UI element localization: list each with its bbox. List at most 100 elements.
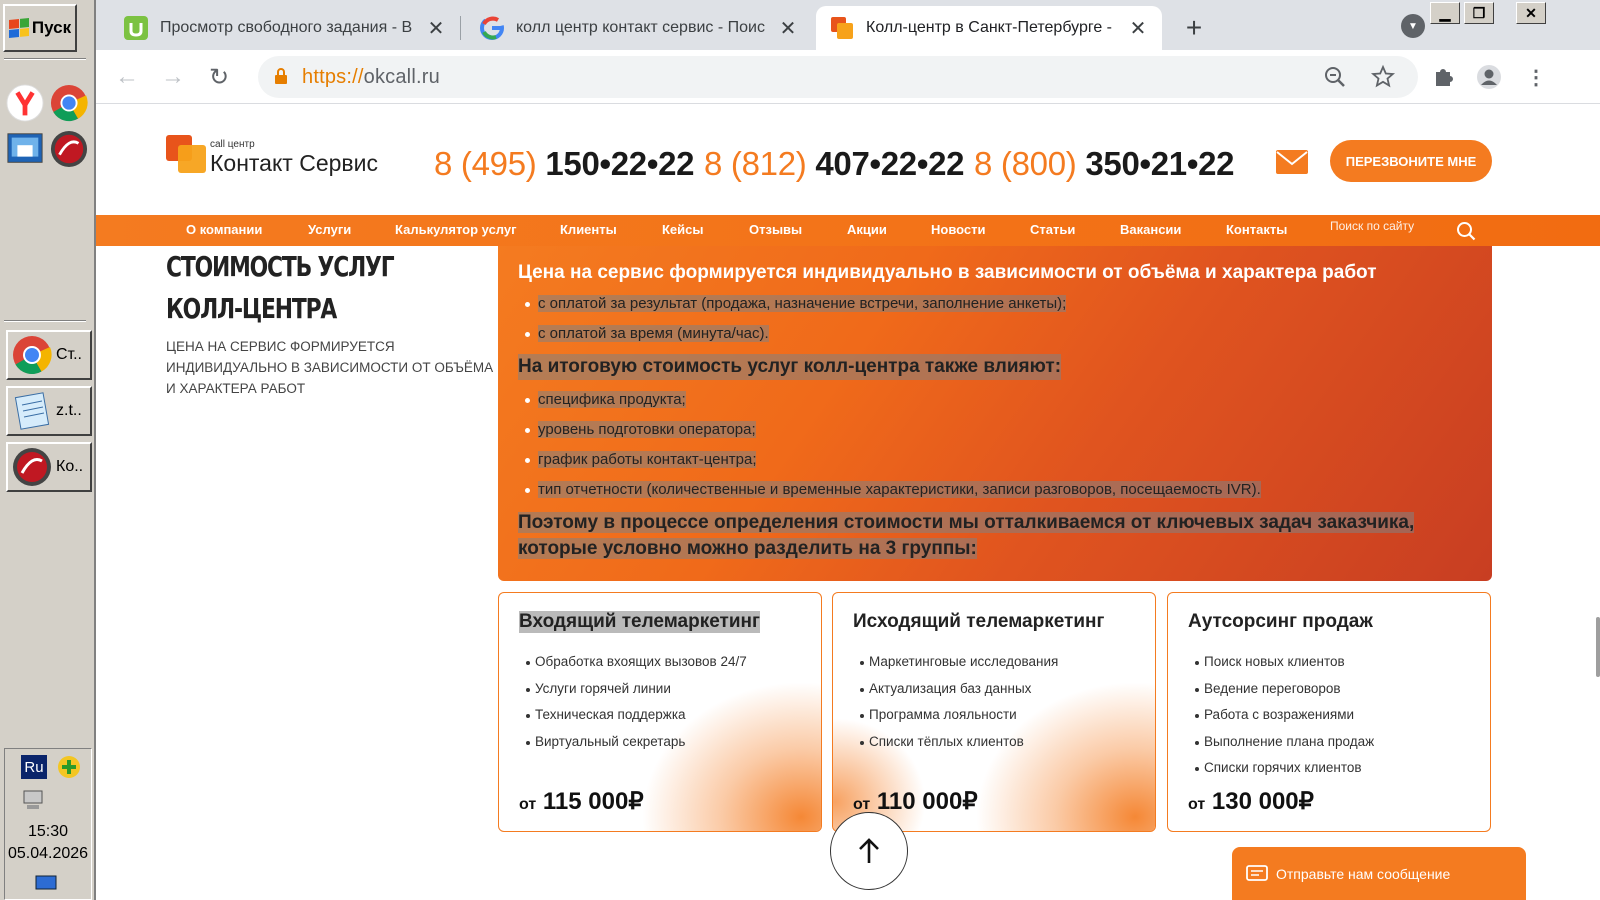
- title-line: КОЛЛ-ЦЕНТРА: [166, 292, 337, 325]
- card-list: Обработка вхоящих вызовов 24/7 Услуги го…: [519, 649, 747, 755]
- pricing-info-box: Цена на сервис формируется индивидуально…: [498, 246, 1492, 581]
- close-window-icon[interactable]: ✕: [1516, 2, 1546, 24]
- phone-spb[interactable]: 8 (812) 407•22•22: [704, 145, 965, 183]
- nav-services[interactable]: Услуги: [308, 222, 351, 237]
- list-item: с оплатой за результат (продажа, назначе…: [518, 294, 1472, 314]
- reload-icon[interactable]: ↻: [202, 60, 236, 94]
- monitor-icon[interactable]: [35, 875, 57, 893]
- list-item: уровень подготовки оператора;: [518, 420, 1472, 440]
- list-item: Обработка вхоящих вызовов 24/7: [519, 649, 747, 676]
- nav-vacancies[interactable]: Вакансии: [1120, 222, 1181, 237]
- minimize-icon[interactable]: ▁: [1430, 2, 1460, 24]
- chrome-icon[interactable]: [50, 84, 88, 122]
- site-header: call центр Контакт Сервис 8 (495) 150•22…: [96, 105, 1600, 215]
- pricing-intro: СТОИМОСТЬ УСЛУГ КОЛЛ-ЦЕНТРА ЦЕНА НА СЕРВ…: [166, 246, 506, 399]
- list-item: с оплатой за время (минута/час).: [518, 324, 1472, 344]
- taskbar: Пуск Ст.. z.t.. Ко.. Ru 15:30 05.04.2026: [0, 0, 96, 900]
- back-icon[interactable]: ←: [110, 60, 144, 94]
- close-tab-icon[interactable]: ✕: [426, 16, 446, 41]
- task-notepad[interactable]: z.t..: [6, 386, 92, 436]
- phone-free[interactable]: 8 (800) 350•21•22: [974, 145, 1235, 183]
- scrollbar-thumb[interactable]: [1596, 617, 1600, 677]
- nav-contacts[interactable]: Контакты: [1226, 222, 1287, 237]
- new-tab-button[interactable]: +: [1176, 10, 1212, 46]
- close-tab-icon[interactable]: ✕: [1128, 16, 1148, 41]
- language-indicator[interactable]: Ru: [21, 755, 47, 779]
- lock-icon[interactable]: [274, 68, 288, 84]
- phone-number: 350•21•22: [1085, 145, 1235, 182]
- url-host: okcall.ru: [363, 66, 440, 88]
- tab-okcall[interactable]: Колл-центр в Санкт-Петербурге - У ✕: [816, 6, 1162, 50]
- phone-moscow[interactable]: 8 (495) 150•22•22: [434, 145, 695, 183]
- search-icon[interactable]: [1456, 221, 1476, 241]
- bookmark-star-icon[interactable]: [1368, 62, 1398, 92]
- nav-news[interactable]: Новости: [931, 222, 986, 237]
- site-search-input[interactable]: Поиск по сайту: [1330, 219, 1414, 233]
- card-list: Поиск новых клиентов Ведение переговоров…: [1188, 649, 1374, 782]
- tab-task-view[interactable]: Просмотр свободного задания - В ✕: [110, 6, 460, 50]
- yandex-browser-icon[interactable]: [6, 84, 44, 122]
- chrome-icon: [13, 336, 52, 375]
- list-item: специфика продукта;: [518, 390, 1472, 410]
- antivirus-icon: [13, 448, 51, 486]
- profile-icon[interactable]: [1474, 62, 1504, 92]
- okcall-icon: [831, 17, 853, 39]
- start-label: Пуск: [31, 18, 72, 37]
- list-item-text: график работы контакт-центра;: [538, 451, 757, 468]
- mail-icon[interactable]: [1276, 150, 1308, 174]
- list-item: Актуализация баз данных: [853, 676, 1058, 703]
- logo-mark-icon: [166, 135, 206, 173]
- nav-reviews[interactable]: Отзывы: [749, 222, 802, 237]
- google-icon: [480, 16, 504, 40]
- task-antivirus[interactable]: Ко..: [6, 442, 92, 492]
- forward-icon[interactable]: →: [156, 60, 190, 94]
- taskbar-divider: [4, 320, 86, 322]
- url-scheme: https://: [302, 66, 364, 88]
- card-title: Исходящий телемаркетинг: [853, 611, 1105, 632]
- task-label: Ст..: [56, 346, 82, 363]
- card-price: от 130 000₽: [1188, 787, 1314, 816]
- notepad-icon: [14, 392, 50, 430]
- nav-clients[interactable]: Клиенты: [560, 222, 617, 237]
- antivirus-icon[interactable]: [50, 130, 88, 168]
- task-label: z.t..: [56, 402, 82, 419]
- tab-search-icon[interactable]: ▼: [1401, 14, 1425, 38]
- site-logo[interactable]: call центр Контакт Сервис: [166, 133, 406, 183]
- card-outbound[interactable]: Исходящий телемаркетинг Маркетинговые ис…: [832, 592, 1156, 832]
- nav-articles[interactable]: Статьи: [1030, 222, 1075, 237]
- phone-number: 407•22•22: [815, 145, 965, 182]
- close-tab-icon[interactable]: ✕: [778, 16, 798, 41]
- nav-calculator[interactable]: Калькулятор услуг: [395, 222, 517, 237]
- show-desktop-icon[interactable]: [6, 130, 44, 168]
- tab-google-search[interactable]: колл центр контакт сервис - Поиск ✕: [466, 6, 812, 50]
- clock-time[interactable]: 15:30: [5, 823, 91, 841]
- task-chrome[interactable]: Ст..: [6, 330, 92, 380]
- network-status-icon[interactable]: [57, 755, 81, 779]
- nav-cases[interactable]: Кейсы: [662, 222, 704, 237]
- list-item: Списки тёплых клиентов: [853, 729, 1058, 756]
- callback-button[interactable]: Перезвоните мне: [1330, 140, 1492, 182]
- list-item-text: тип отчетности (количественные и временн…: [538, 481, 1261, 498]
- list-item: Работа с возражениями: [1188, 702, 1374, 729]
- zoom-icon[interactable]: [1320, 62, 1350, 92]
- card-sales-outsourcing[interactable]: Аутсорсинг продаж Поиск новых клиентов В…: [1167, 592, 1491, 832]
- nav-about[interactable]: О компании: [186, 222, 262, 237]
- final-text: Поэтому в процессе определения стоимости…: [518, 510, 1438, 562]
- menu-kebab-icon[interactable]: ⋮: [1521, 62, 1551, 92]
- address-bar[interactable]: https://okcall.ru: [258, 56, 1418, 98]
- computer-icon[interactable]: [21, 789, 45, 811]
- card-inbound[interactable]: Входящий телемаркетинг Обработка вхоящих…: [498, 592, 822, 832]
- page-scrollbar[interactable]: [1594, 105, 1600, 900]
- scroll-to-top-button[interactable]: [830, 812, 908, 890]
- extensions-icon[interactable]: [1428, 62, 1458, 92]
- nav-promotions[interactable]: Акции: [847, 222, 887, 237]
- start-button[interactable]: Пуск: [3, 4, 77, 52]
- restore-icon[interactable]: ❐: [1464, 2, 1494, 24]
- system-tray: Ru 15:30 05.04.2026: [4, 748, 92, 900]
- list-item: Списки горячих клиентов: [1188, 755, 1374, 782]
- list-item-text: с оплатой за результат (продажа, назначе…: [538, 295, 1067, 312]
- list-item: Услуги горячей линии: [519, 676, 747, 703]
- clock-date[interactable]: 05.04.2026: [5, 845, 91, 863]
- message-widget[interactable]: Отправьте нам сообщение: [1232, 847, 1526, 900]
- message-widget-label: Отправьте нам сообщение: [1276, 865, 1451, 882]
